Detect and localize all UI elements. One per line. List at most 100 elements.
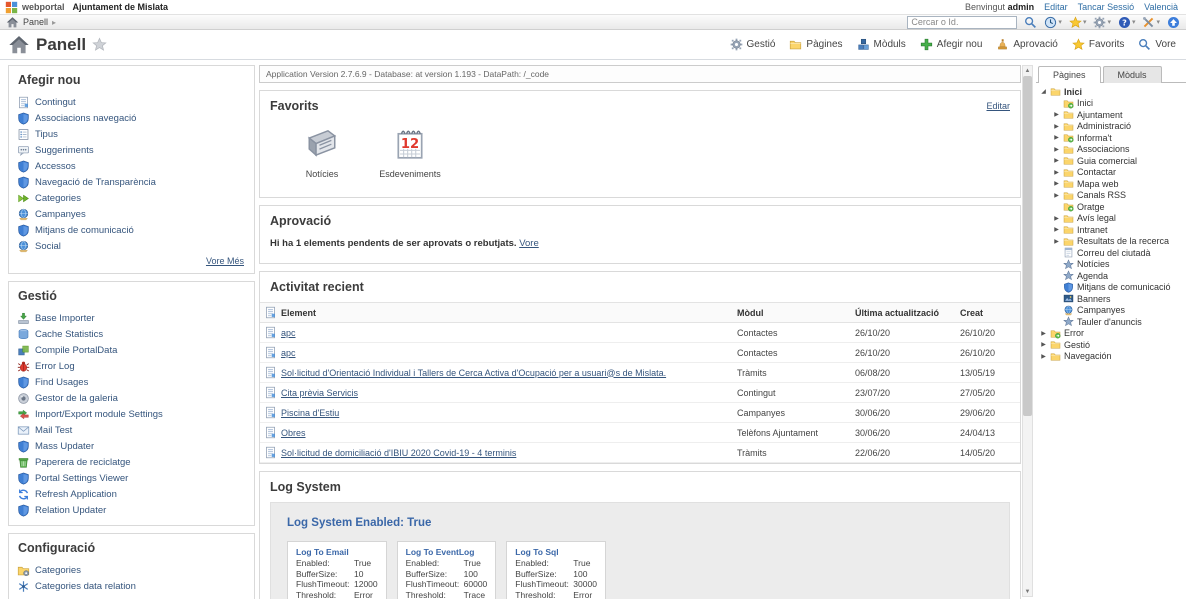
tree-item[interactable]: ▶ Intranet [1038, 224, 1184, 236]
quickbar-button[interactable]: ▾ [1093, 16, 1111, 29]
activity-element-link[interactable]: apc [281, 348, 296, 358]
more-link[interactable]: Vore Més [17, 254, 246, 266]
tree-expander-icon[interactable]: ▶ [1053, 169, 1060, 176]
language-link[interactable]: Valencià [1144, 2, 1178, 12]
tree-item[interactable]: ▶ Avís legal [1038, 213, 1184, 225]
sidebar-item[interactable]: Import/Export module Settings [17, 406, 246, 422]
tree-expander-icon[interactable]: ▶ [1053, 157, 1060, 164]
tree-item[interactable]: Agenda [1038, 270, 1184, 282]
sidebar-item[interactable]: Suggeriments [17, 142, 246, 158]
scroll-up-arrow[interactable]: ▲ [1023, 66, 1032, 75]
tree-item[interactable]: ▶ Guia comercial [1038, 155, 1184, 167]
toolbar-button[interactable]: Aprovació [996, 38, 1057, 51]
sidebar-item[interactable]: Gestor de la galeria [17, 390, 246, 406]
toolbar-button[interactable]: Vore [1138, 38, 1176, 51]
tree-item[interactable]: ▶ Mapa web [1038, 178, 1184, 190]
logout-link[interactable]: Tancar Sessió [1078, 2, 1135, 12]
tree-expander-icon[interactable]: ▶ [1053, 146, 1060, 153]
sidebar-item[interactable]: Contingut [17, 94, 246, 110]
tree-expander-icon[interactable]: ▶ [1053, 192, 1060, 199]
sidebar-item[interactable]: Cache Statistics [17, 326, 246, 342]
activity-element-link[interactable]: Sol·licitud de domiciliació d'IBIU 2020 … [281, 448, 516, 458]
breadcrumb-item[interactable]: Panell [23, 17, 48, 27]
activity-element-link[interactable]: apc [281, 328, 296, 338]
tree-expander-icon[interactable]: ▶ [1053, 111, 1060, 118]
toolbar-button[interactable]: Favorits [1072, 38, 1125, 51]
sidebar-item[interactable]: Paperera de reciclatge [17, 454, 246, 470]
sidebar-item[interactable]: Error Log [17, 358, 246, 374]
tree-expander-icon[interactable]: ▶ [1053, 215, 1060, 222]
tree-item[interactable]: ▶ Gestió [1038, 339, 1184, 351]
tree-expander-icon[interactable]: ▶ [1040, 353, 1047, 360]
tree-item[interactable]: ▶ Informa't [1038, 132, 1184, 144]
sidebar-item[interactable]: Mass Updater [17, 438, 246, 454]
home-icon[interactable] [6, 16, 19, 29]
quickbar-button[interactable]: ▾ [1167, 16, 1180, 29]
main-scrollbar[interactable]: ▲ ▼ [1022, 65, 1033, 597]
tree-expander-icon[interactable]: ▶ [1053, 123, 1060, 130]
sidebar-item[interactable]: Compile PortalData [17, 342, 246, 358]
sidebar-item[interactable]: Categories data relation [17, 578, 246, 594]
sidebar-item[interactable]: Categories [17, 190, 246, 206]
tree-item[interactable]: Mitjans de comunicació [1038, 282, 1184, 294]
activity-element-link[interactable]: Cita prèvia Servicis [281, 388, 358, 398]
tree-expander-icon[interactable]: ▶ [1053, 134, 1060, 141]
tree-item[interactable]: Oratge [1038, 201, 1184, 213]
sidebar-item[interactable]: Navegació de Transparència [17, 174, 246, 190]
sidebar-item[interactable]: Base Importer [17, 310, 246, 326]
sidebar-item[interactable]: Mitjans de comunicació [17, 222, 246, 238]
tree-expander-icon[interactable]: ▶ [1040, 330, 1047, 337]
tree-item[interactable]: ▶ Canals RSS [1038, 190, 1184, 202]
tree-expander-icon[interactable]: ▶ [1040, 341, 1047, 348]
tree-item[interactable]: Campanyes [1038, 305, 1184, 317]
activity-element-link[interactable]: Sol·licitud d'Orientació Individual i Ta… [281, 368, 666, 378]
tab-moduls[interactable]: Mòduls [1103, 66, 1162, 83]
tree-expander-icon[interactable]: ▶ [1053, 226, 1060, 233]
quickbar-button[interactable]: ▾ [1024, 16, 1037, 29]
favorite-item[interactable]: Notícies [286, 127, 358, 179]
activity-element-link[interactable]: Piscina d'Estiu [281, 408, 339, 418]
favorites-edit-link[interactable]: Editar [986, 101, 1010, 111]
sidebar-item[interactable]: Campanyes [17, 206, 246, 222]
sidebar-item[interactable]: Tipus [17, 126, 246, 142]
sidebar-item[interactable]: Refresh Application [17, 486, 246, 502]
sidebar-item[interactable]: Mail Test [17, 422, 246, 438]
tree-expander-icon[interactable]: ▶ [1053, 238, 1060, 245]
sidebar-item[interactable]: Relation Updater [17, 502, 246, 518]
tree-item[interactable]: Notícies [1038, 259, 1184, 271]
tree-item[interactable]: ▶ Contactar [1038, 167, 1184, 179]
quickbar-button[interactable]: ▾ [1142, 16, 1160, 29]
tree-item[interactable]: Correu del ciutadà [1038, 247, 1184, 259]
sidebar-item[interactable]: Categories [17, 562, 246, 578]
tree-item[interactable]: ▶ Ajuntament [1038, 109, 1184, 121]
toolbar-button[interactable]: Mòduls [857, 38, 906, 51]
quickbar-button[interactable]: ▾ [1044, 16, 1062, 29]
tab-pagines[interactable]: Pàgines [1038, 66, 1101, 83]
tree-item[interactable]: ▶ Navegación [1038, 351, 1184, 363]
scrollbar-thumb[interactable] [1023, 76, 1032, 416]
sidebar-item[interactable]: Portal Settings Viewer [17, 470, 246, 486]
tree-item[interactable]: ▶ Error [1038, 328, 1184, 340]
tree-item[interactable]: Banners [1038, 293, 1184, 305]
star-dim-icon[interactable] [92, 37, 107, 52]
favorite-item[interactable]: 12 Esdeveniments [374, 127, 446, 179]
tree-item[interactable]: ▶ Administració [1038, 121, 1184, 133]
toolbar-button[interactable]: Gestió [730, 38, 776, 51]
tree-item[interactable]: Tauler d'anuncis [1038, 316, 1184, 328]
tree-item[interactable]: ◢ Inici [1038, 86, 1184, 98]
scroll-down-arrow[interactable]: ▼ [1023, 587, 1032, 596]
search-input[interactable] [907, 16, 1017, 29]
sidebar-item[interactable]: Social [17, 238, 246, 254]
tree-item[interactable]: ▶ Associacions [1038, 144, 1184, 156]
sidebar-item[interactable]: Find Usages [17, 374, 246, 390]
sidebar-item[interactable]: Associacions navegació [17, 110, 246, 126]
tree-item[interactable]: Inici [1038, 98, 1184, 110]
toolbar-button[interactable]: Pàgines [789, 38, 842, 51]
activity-element-link[interactable]: Obres [281, 428, 306, 438]
tree-item[interactable]: ▶ Resultats de la recerca [1038, 236, 1184, 248]
toolbar-button[interactable]: Afegir nou [920, 38, 983, 51]
tree-expander-icon[interactable]: ▶ [1053, 180, 1060, 187]
quickbar-button[interactable]: ? ▾ [1118, 16, 1136, 29]
edit-link[interactable]: Editar [1044, 2, 1068, 12]
quickbar-button[interactable]: ▾ [1069, 16, 1087, 29]
